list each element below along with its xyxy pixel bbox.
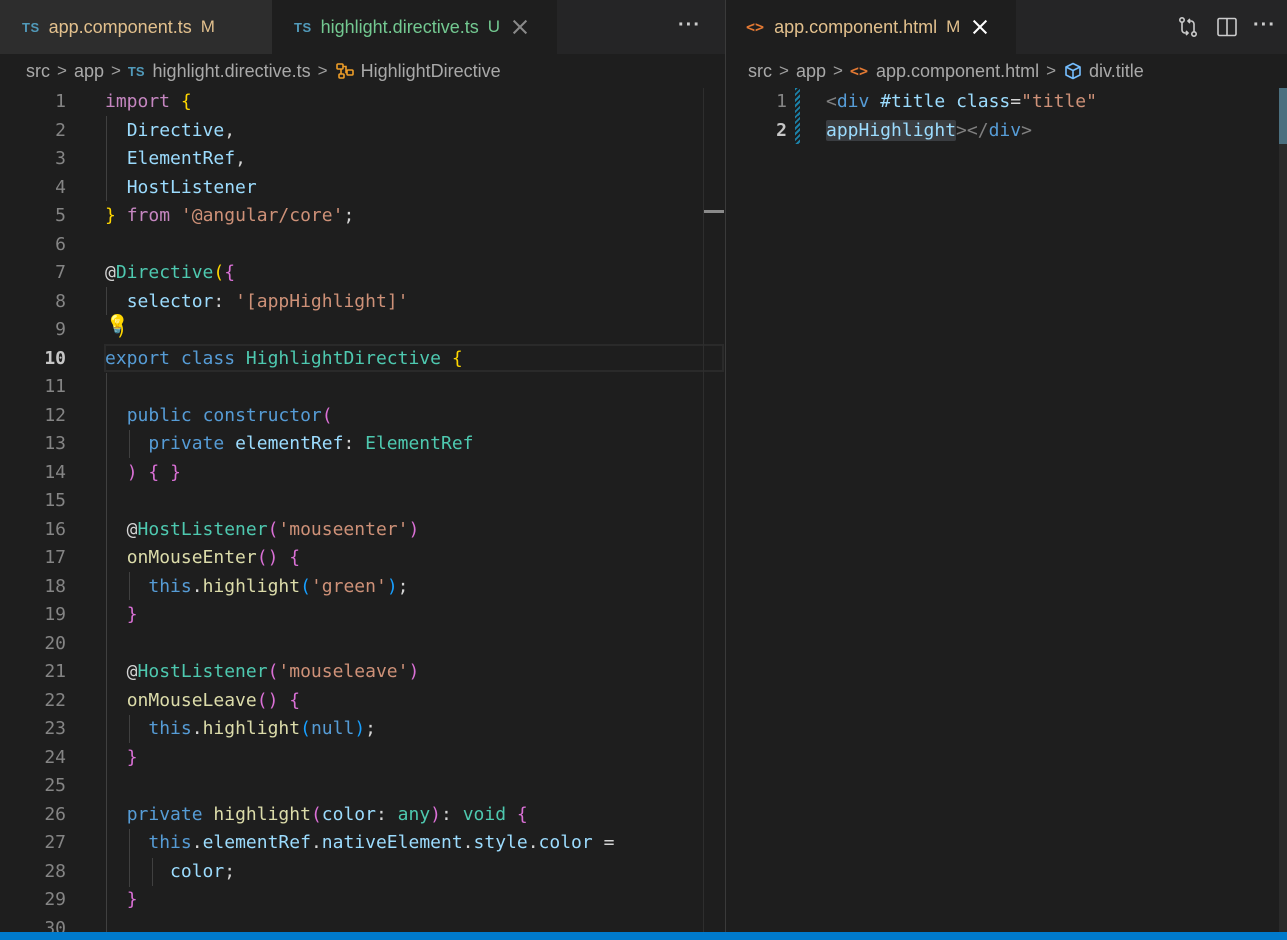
left-tab-bar: TS app.component.ts M TS highlight.direc… (0, 0, 725, 54)
line-number: 23 (44, 718, 66, 739)
line-number: 8 (55, 290, 66, 312)
git-modified-gutter-marker[interactable] (795, 116, 800, 144)
breadcrumb-src[interactable]: src (26, 61, 50, 82)
line-number: 3 (55, 148, 66, 169)
right-vertical-scrollbar[interactable] (1279, 88, 1287, 932)
line-number: 5 (55, 205, 66, 226)
untracked-badge: U (487, 17, 500, 36)
line-number: 22 (44, 689, 66, 711)
breadcrumb-app[interactable]: app (796, 61, 826, 82)
chevron-right-icon: > (110, 61, 121, 80)
line-number: 18 (44, 575, 66, 597)
close-icon[interactable] (971, 18, 989, 36)
typescript-file-icon: TS (22, 19, 40, 35)
chevron-right-icon: > (317, 61, 328, 80)
status-bar (0, 932, 1287, 940)
line-number: 13 (44, 433, 66, 454)
breadcrumb-app[interactable]: app (74, 61, 104, 82)
breadcrumb-src[interactable]: src (748, 61, 772, 82)
line-number: 10 (44, 347, 66, 369)
breadcrumb-symbol[interactable]: div.title (1089, 61, 1144, 82)
line-number: 12 (44, 404, 66, 426)
tab-label: highlight.directive.ts (320, 16, 479, 37)
html-file-icon: <> (746, 18, 765, 36)
line-number: 7 (55, 262, 66, 283)
line-number: 16 (44, 518, 66, 540)
line-number: 29 (44, 889, 66, 910)
split-editor-icon[interactable] (1215, 15, 1239, 39)
breadcrumb-file[interactable]: highlight.directive.ts (153, 61, 311, 82)
breadcrumb: src > app > <> app.component.html > div.… (726, 54, 1287, 88)
chevron-right-icon: > (1046, 61, 1057, 80)
tab-label: app.component.ts (48, 16, 192, 37)
code-editor-highlight-directive[interactable]: 💡 1 import { 2 Directive, 3 ElementRef, 4… (0, 88, 725, 932)
line-number: 9 (55, 319, 66, 340)
line-number: 21 (44, 661, 66, 682)
chevron-right-icon: > (57, 61, 67, 80)
more-actions-icon[interactable]: ··· (1253, 14, 1276, 37)
line-number: 27 (44, 832, 66, 853)
line-number: 2 (55, 119, 66, 141)
class-symbol-icon (335, 63, 354, 79)
typescript-file-icon: TS (294, 19, 312, 35)
line-number: 17 (44, 547, 66, 568)
tab-highlight-directive-ts[interactable]: TS highlight.directive.ts U (272, 0, 557, 54)
tab-app-component-ts[interactable]: TS app.component.ts M (0, 0, 272, 54)
line-number: 4 (55, 176, 66, 198)
scrollbar-thumb[interactable] (704, 210, 724, 213)
left-editor-group: TS app.component.ts M TS highlight.direc… (0, 0, 725, 932)
close-icon[interactable] (511, 18, 529, 36)
line-number: 1 (776, 91, 787, 112)
right-editor-group: <> app.component.html M ··· src > app > … (726, 0, 1287, 932)
line-number: 15 (44, 490, 66, 511)
modified-badge: M (946, 17, 961, 36)
git-modified-gutter-marker[interactable] (795, 88, 800, 116)
code-editor-app-component-html[interactable]: 1 <div #title class="title" 2 appHighlight… (726, 88, 1287, 932)
line-number: 2 (776, 119, 787, 141)
line-number: 1 (55, 91, 66, 112)
breadcrumb-file[interactable]: app.component.html (876, 61, 1039, 82)
line-number: 28 (44, 860, 66, 882)
more-actions-icon[interactable]: ··· (678, 14, 701, 37)
tab-app-component-html[interactable]: <> app.component.html M (726, 0, 1016, 54)
breadcrumb: src > app > TS highlight.directive.ts > … (0, 54, 725, 88)
line-number: 6 (55, 233, 66, 255)
line-number: 19 (44, 604, 66, 625)
line-number: 20 (44, 632, 66, 654)
left-vertical-scrollbar[interactable] (703, 88, 725, 932)
chevron-right-icon: > (832, 61, 843, 80)
line-number: 24 (44, 746, 66, 768)
element-cube-icon (1065, 62, 1081, 80)
compare-changes-icon[interactable] (1176, 15, 1200, 39)
breadcrumb-symbol[interactable]: HighlightDirective (361, 61, 501, 82)
line-number: 30 (44, 917, 66, 933)
tab-label: app.component.html (774, 16, 938, 37)
scrollbar-thumb[interactable] (1279, 88, 1287, 144)
chevron-right-icon: > (779, 61, 789, 80)
line-number: 26 (44, 803, 66, 825)
modified-badge: M (200, 17, 215, 36)
line-number: 11 (44, 376, 66, 397)
line-number: 25 (44, 775, 66, 796)
line-number: 14 (44, 461, 66, 483)
html-file-icon: <> (849, 62, 868, 80)
typescript-file-icon: TS (127, 63, 145, 79)
right-tab-bar: <> app.component.html M ··· (726, 0, 1287, 54)
